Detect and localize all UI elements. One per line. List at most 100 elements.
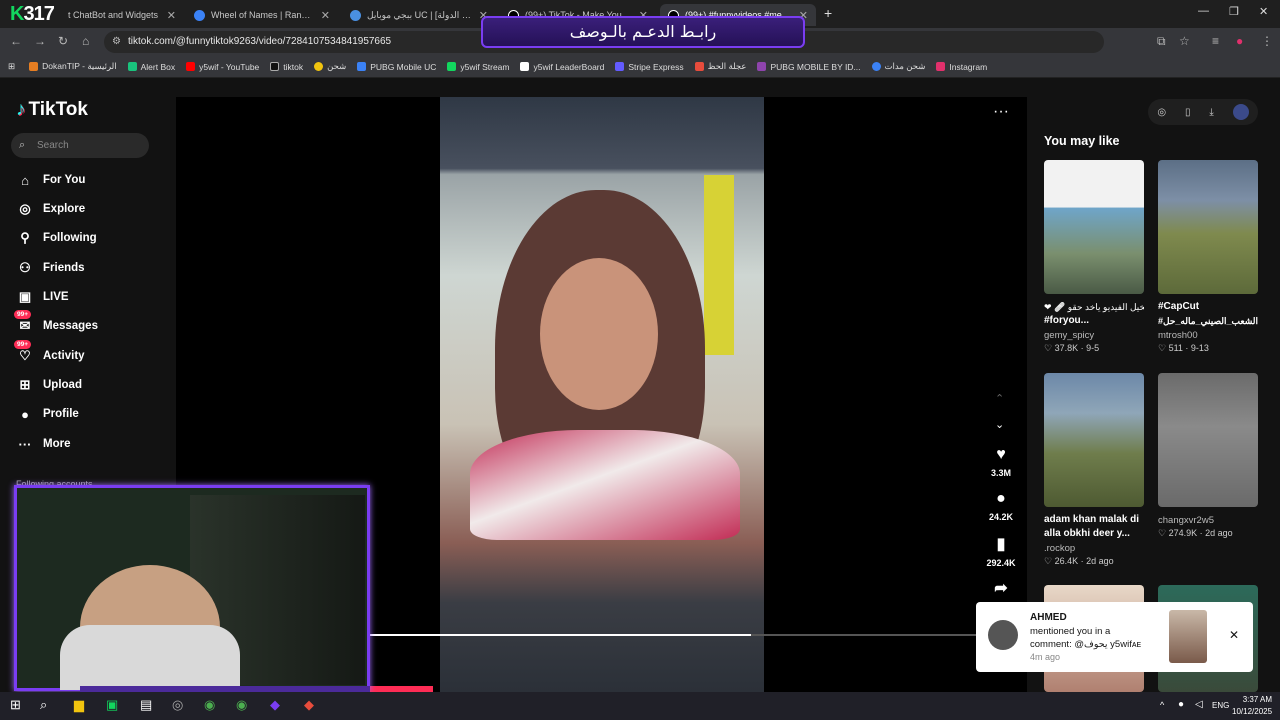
profile-icon: ●: [21, 406, 29, 422]
app-icon[interactable]: ◆: [304, 697, 314, 713]
reload-icon[interactable]: ↻: [58, 34, 68, 48]
nav-item-upload[interactable]: ⊞ Upload: [16, 376, 82, 394]
restore-icon[interactable]: ❐: [1229, 5, 1239, 18]
card-stats: ♡ 274.9K · 2d ago: [1158, 528, 1233, 538]
minimize-icon[interactable]: —: [1198, 5, 1209, 17]
nav-item-messages[interactable]: ✉ 99+ Messages: [14, 310, 98, 335]
windows-taskbar: [0, 692, 1280, 720]
bookmark-item[interactable]: عجلة الحظ: [694, 61, 746, 72]
search-input[interactable]: ⌕ Search: [11, 133, 149, 158]
like-button[interactable]: ♥ 3.3M: [986, 446, 1016, 478]
microphone-icon[interactable]: ●: [1178, 699, 1184, 710]
tiktok-logo[interactable]: ♪ TikTok: [16, 99, 88, 121]
close-icon[interactable]: ✕: [1229, 628, 1239, 642]
card-author[interactable]: mtrosh00: [1158, 330, 1258, 341]
obs-icon[interactable]: ◎: [172, 697, 183, 713]
bookmark-item[interactable]: y5wif LeaderBoard: [520, 62, 604, 72]
save-button[interactable]: ▮ 292.4K: [986, 534, 1016, 568]
friends-icon: ⚇: [19, 260, 31, 275]
bookmark-star-icon[interactable]: ☆: [1179, 34, 1190, 48]
search-icon[interactable]: ⌕: [40, 697, 47, 713]
bookmark-item[interactable]: Stripe Express: [615, 62, 684, 72]
back-icon[interactable]: ←: [10, 34, 22, 48]
recommended-video-card[interactable]: ❤ 🩹 تخيل الفيديو ياخد حقو #foryou... gem…: [1044, 160, 1144, 354]
video-background-pillar: [704, 175, 734, 355]
bookmark-item[interactable]: y5wif - YouTube: [186, 62, 259, 72]
profile-avatar-icon[interactable]: ●: [1236, 34, 1243, 48]
volume-icon[interactable]: ◁: [1195, 699, 1203, 710]
following-icon: ⚲: [20, 230, 30, 245]
bookmark-item[interactable]: Instagram: [936, 62, 987, 72]
bookmark-item[interactable]: شحن مدات: [871, 61, 925, 72]
app-icon[interactable]: ▣: [106, 697, 118, 713]
card-author[interactable]: changxvr2w5: [1158, 515, 1258, 526]
mention-notification[interactable]: AHMED mentioned you in a comment: @يحوف …: [976, 602, 1253, 672]
tab-title: Wheel of Names | Random nam: [211, 10, 315, 20]
browser-tab[interactable]: Wheel of Names | Random nam ✕: [186, 4, 338, 26]
recommended-video-card[interactable]: #CapCut #الشعب_الصيني_ماله_حل... mtrosh0…: [1158, 160, 1258, 354]
notification-time: 4m ago: [1030, 652, 1061, 662]
bookmark-item[interactable]: y5wif Stream: [447, 62, 509, 72]
more-options-icon[interactable]: ···: [993, 103, 1009, 121]
close-icon[interactable]: ✕: [167, 9, 176, 22]
nav-item-activity[interactable]: ♡ 99+ Activity: [14, 340, 85, 365]
chrome-icon[interactable]: ◉: [204, 697, 215, 713]
bookmark-item[interactable]: DokanTIP - الرئيسية: [29, 61, 117, 72]
card-author[interactable]: .rockop: [1044, 543, 1144, 554]
chrome-icon[interactable]: ◉: [236, 697, 247, 713]
comment-button[interactable]: ● 24.2K: [986, 490, 1016, 522]
card-caption: adam khan malak di: [1044, 514, 1140, 525]
nav-item-friends[interactable]: ⚇ Friends: [16, 259, 84, 277]
nav-item-more[interactable]: ··· More: [16, 435, 71, 453]
previous-video-icon[interactable]: ⌃: [995, 392, 1004, 405]
nav-item-live[interactable]: ▣ LIVE: [16, 288, 69, 306]
recommended-video-card[interactable]: changxvr2w5 ♡ 274.9K · 2d ago: [1158, 373, 1258, 539]
file-explorer-icon[interactable]: ▆: [74, 697, 84, 713]
nav-item-profile[interactable]: ● Profile: [16, 405, 79, 423]
compass-icon: ◎: [19, 201, 31, 216]
video-thumbnail: [1158, 160, 1258, 294]
url-text: tiktok.com/@funnytiktok9263/video/728410…: [128, 36, 392, 47]
bookmark-item[interactable]: PUBG Mobile UC: [357, 62, 436, 72]
download-icon[interactable]: ⤓: [1209, 107, 1213, 118]
bookmark-item[interactable]: tiktok: [270, 62, 303, 72]
close-window-icon[interactable]: ✕: [1259, 5, 1268, 18]
taskbar-clock[interactable]: 3:37 AM 10/12/2025: [1232, 694, 1272, 718]
menu-dots-icon[interactable]: ⋮: [1261, 34, 1273, 48]
bookmark-item[interactable]: Alert Box: [127, 62, 175, 72]
search-placeholder: Search: [37, 140, 69, 151]
video-subject-face: [540, 258, 658, 410]
home-icon[interactable]: ⌂: [82, 34, 89, 48]
device-icon[interactable]: ▯: [1185, 107, 1191, 118]
app-icon[interactable]: ▤: [140, 697, 152, 713]
app-icon[interactable]: ◆: [270, 697, 280, 713]
top-toolbar: ◎ ▯ ⤓: [1148, 99, 1258, 125]
browser-tab[interactable]: t ChatBot and Widgets ✕: [60, 4, 184, 26]
bookmark-item[interactable]: PUBG MOBILE BY ID...: [757, 62, 861, 72]
support-link-banner: رابـط الدعـم بالـوصف: [481, 16, 805, 48]
video-thumbnail: [1158, 373, 1258, 507]
share-button[interactable]: ➦: [986, 578, 1016, 602]
nav-item-following[interactable]: ⚲ Following: [16, 229, 96, 247]
next-video-icon[interactable]: ⌄: [995, 418, 1004, 431]
message-icon: ✉ 99+: [14, 310, 34, 335]
forward-icon[interactable]: →: [34, 34, 46, 48]
recommended-video-card[interactable]: adam khan malak di alla obkhi deer y... …: [1044, 373, 1144, 567]
windows-start-icon[interactable]: ⊞: [10, 697, 21, 713]
coins-icon[interactable]: ◎: [1157, 107, 1166, 118]
apps-grid-icon[interactable]: ⊞: [8, 61, 15, 72]
install-icon[interactable]: ⧉: [1157, 34, 1166, 49]
nav-item-explore[interactable]: ◎ Explore: [16, 200, 85, 218]
new-tab-button[interactable]: +: [824, 5, 832, 21]
card-author[interactable]: gemy_spicy: [1044, 330, 1144, 341]
site-info-icon[interactable]: ⚙: [112, 31, 121, 53]
browser-tab[interactable]: ببجي موبايل UC | [اسم الدولة] خ✕: [342, 4, 496, 26]
close-icon[interactable]: ✕: [321, 9, 330, 22]
language-indicator[interactable]: ENG: [1212, 701, 1229, 710]
media-icon[interactable]: ≡: [1212, 34, 1219, 48]
tray-chevron-icon[interactable]: ^: [1160, 700, 1164, 710]
user-avatar[interactable]: [1232, 104, 1249, 120]
nav-item-for-you[interactable]: ⌂ For You: [16, 171, 85, 189]
bookmark-item[interactable]: شحن: [314, 61, 346, 72]
card-caption: #الشعب_الصيني_ماله_حل...: [1158, 316, 1258, 326]
